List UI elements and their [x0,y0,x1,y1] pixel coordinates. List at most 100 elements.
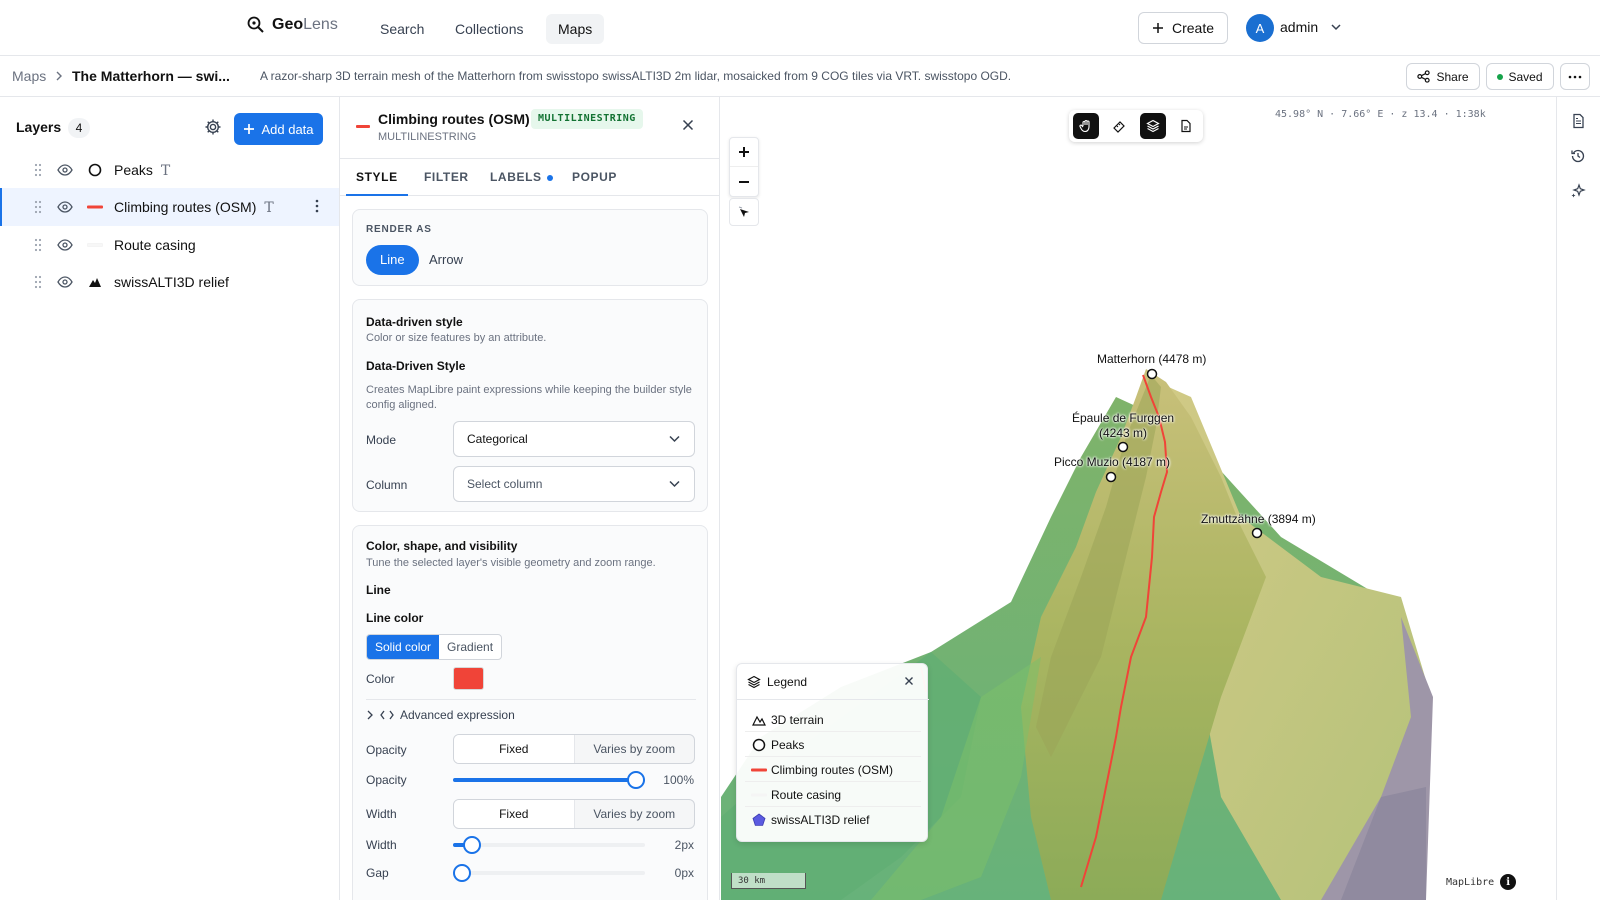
render-as-card: RENDER AS Line Arrow [352,209,708,286]
divider [366,699,696,700]
layers-title: Layers [16,119,62,135]
opacity-zoom-option[interactable]: Varies by zoom [575,735,695,763]
white-line-icon [86,237,104,253]
mode-select[interactable]: Categorical [453,421,695,457]
style-tabs: STYLE FILTER LABELS POPUP [340,159,719,196]
label-text-icon: T [160,163,171,179]
layer-row-route-casing[interactable]: Route casing [0,226,339,264]
export-tool-button[interactable] [1174,113,1200,139]
attribution-text[interactable]: MapLibre [1446,877,1494,888]
gap-slider[interactable] [453,864,645,882]
column-select[interactable]: Select column [453,466,695,502]
close-icon[interactable] [682,119,694,131]
width-fixed-option[interactable]: Fixed [454,800,575,828]
legend-item: Peaks [745,732,921,757]
opacity-fixed-option[interactable]: Fixed [454,735,575,763]
layer-row-peaks[interactable]: Peaks T [0,151,339,189]
drag-handle-icon[interactable] [34,163,42,177]
drag-handle-icon[interactable] [34,275,42,289]
peak-label-epaule[interactable]: Épaule de Furggen [1072,411,1174,425]
zoom-in-button[interactable] [730,138,758,167]
document-icon[interactable] [1570,113,1586,129]
add-data-button[interactable]: Add data [234,113,323,145]
chevron-down-icon [669,435,680,443]
peak-label-matterhorn[interactable]: Matterhorn (4478 m) [1097,352,1206,366]
tab-style[interactable]: STYLE [346,159,408,196]
breadcrumb-maps-link[interactable]: Maps [12,68,46,84]
layer-row-climbing-routes[interactable]: Climbing routes (OSM) T [0,188,339,226]
legend-item-label: Peaks [771,738,805,752]
peak-label-epaule-elevation[interactable]: (4243 m) [1099,426,1147,440]
plus-icon [739,147,749,157]
nav-maps[interactable]: Maps [546,14,605,44]
appearance-card: Color, shape, and visibility Tune the se… [352,525,708,900]
legend-item-label: Route casing [771,788,842,802]
color-picker-swatch[interactable] [453,667,484,690]
chevron-right-icon [366,710,374,720]
labels-active-dot [546,174,553,181]
opacity-slider-fill [453,778,645,782]
appearance-heading: Color, shape, and visibility [366,539,518,553]
legend-header: Legend [737,664,929,700]
chevron-down-icon [669,480,680,488]
history-icon[interactable] [1570,148,1586,164]
user-name[interactable]: admin [1280,19,1318,35]
width-slider[interactable] [453,836,645,854]
eye-icon[interactable] [57,200,73,214]
sparkles-icon[interactable] [1570,183,1586,199]
eye-icon[interactable] [57,238,73,252]
legend-item: Climbing routes (OSM) [745,757,921,782]
create-button[interactable]: Create [1138,12,1228,44]
layer-name: Climbing routes (OSM) T [114,199,274,216]
zoom-out-button[interactable] [730,167,758,196]
minus-icon [739,180,749,183]
nav-collections[interactable]: Collections [443,14,535,44]
peak-label-zmuttzahne[interactable]: Zmuttzähne (3894 m) [1201,512,1316,526]
nav-search[interactable]: Search [368,14,436,44]
hand-icon [1079,119,1090,133]
layer-row-swissalti3d[interactable]: swissALTI3D relief [0,263,339,301]
avatar[interactable]: A [1246,14,1274,42]
pan-tool-button[interactable] [1073,113,1099,139]
advanced-expression-toggle[interactable]: Advanced expression [366,708,515,722]
color-mode-toggle: Solid color Gradient [366,634,503,660]
layers-icon [747,675,761,689]
width-slider-thumb[interactable] [463,836,482,854]
gear-icon[interactable] [204,118,222,136]
legend-item: 3D terrain [745,707,921,732]
share-button[interactable]: Share [1406,63,1480,90]
gap-slider-thumb[interactable] [453,864,471,882]
tab-popup[interactable]: POPUP [562,159,627,196]
app-logo[interactable]: Geo Lens [246,15,338,35]
compass-button[interactable] [729,198,759,226]
render-arrow-option[interactable]: Arrow [415,245,477,275]
render-as-label: RENDER AS [366,224,432,235]
peak-label-picco-muzio[interactable]: Picco Muzio (4187 m) [1054,455,1170,469]
drag-handle-icon[interactable] [34,200,42,214]
chevron-down-icon[interactable] [1330,21,1342,33]
width-zoom-option[interactable]: Varies by zoom [575,800,695,828]
gradient-option[interactable]: Gradient [439,635,501,659]
layer-name: Peaks T [114,162,171,179]
saved-status-button[interactable]: Saved [1486,63,1554,90]
red-line-icon [86,199,104,215]
close-icon[interactable] [904,676,914,686]
data-driven-heading: Data-driven style [366,315,463,329]
kebab-menu-icon[interactable] [315,199,319,213]
layers-tool-button[interactable] [1140,113,1166,139]
drag-handle-icon[interactable] [34,238,42,252]
layers-panel: Layers 4 Add data Peaks T Climbing routes… [0,97,340,900]
info-icon[interactable]: i [1500,874,1517,890]
tab-filter[interactable]: FILTER [414,159,479,196]
add-data-label: Add data [261,121,314,137]
solid-color-option[interactable]: Solid color [367,635,440,659]
measure-tool-button[interactable] [1107,113,1133,139]
eye-icon[interactable] [57,163,73,177]
map-canvas[interactable]: Matterhorn (4478 m) Épaule de Furggen (4… [721,97,1556,900]
opacity-slider-thumb[interactable] [627,771,645,789]
tab-labels[interactable]: LABELS [480,159,563,196]
eye-icon[interactable] [57,275,73,289]
opacity-slider[interactable] [453,771,645,789]
render-line-option[interactable]: Line [366,245,419,275]
more-options-button[interactable] [1560,63,1590,90]
